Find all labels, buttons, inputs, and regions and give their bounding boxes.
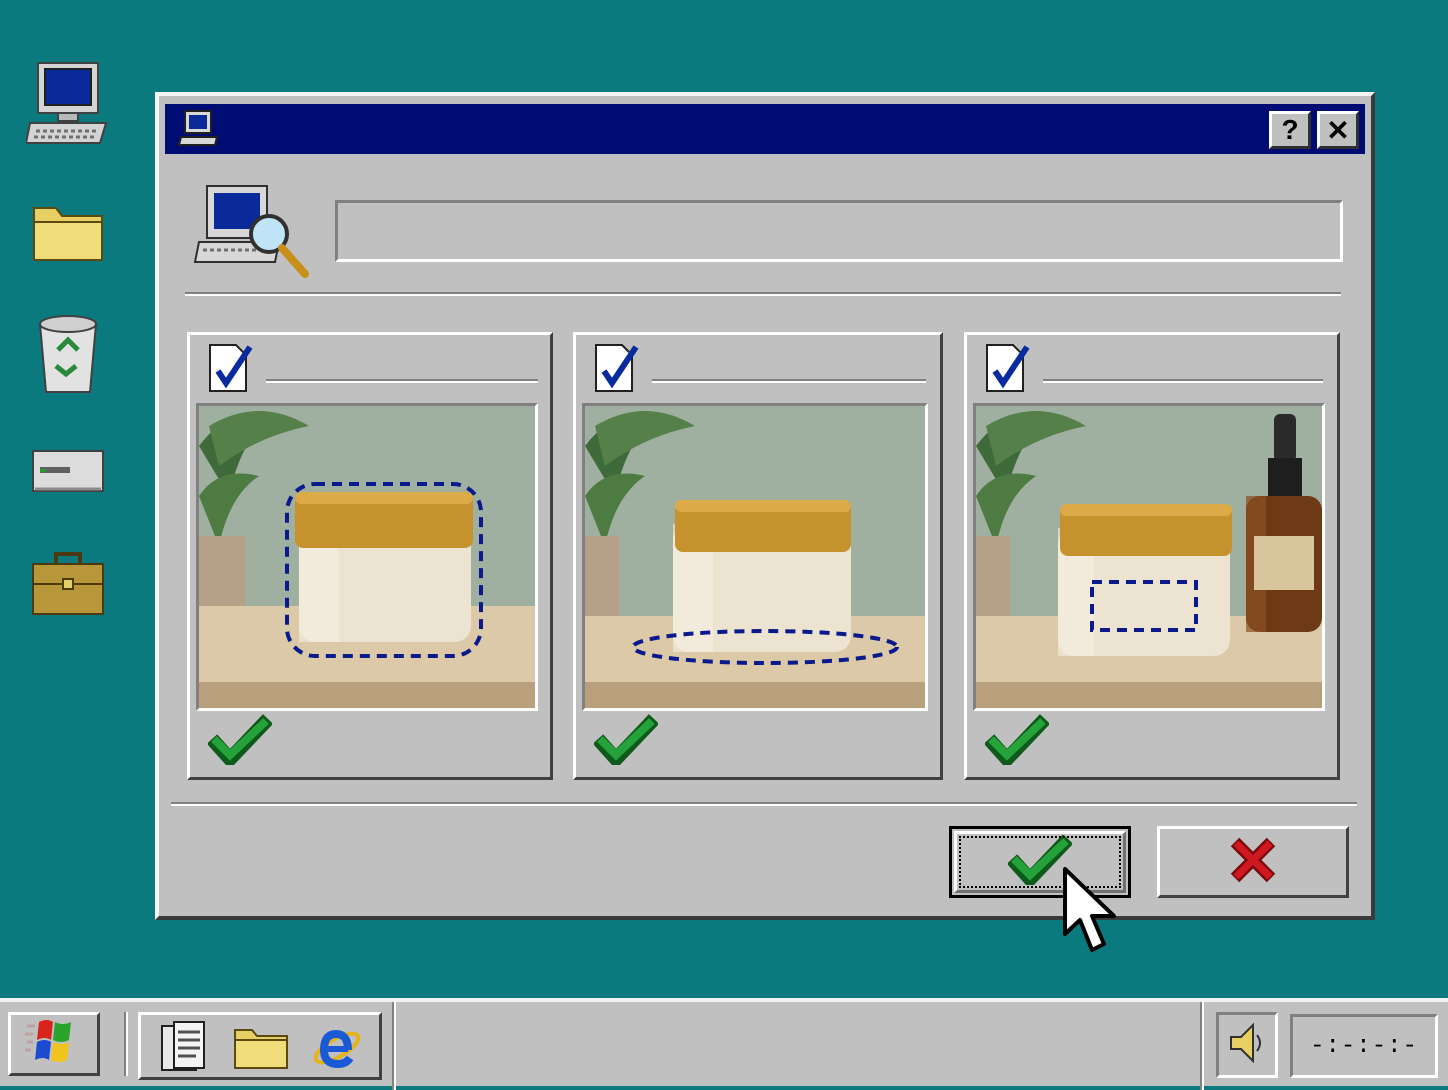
- green-checkmark-icon: [983, 713, 1051, 770]
- clock: -:-:-:-: [1290, 1014, 1438, 1078]
- image-panel-3[interactable]: [964, 332, 1340, 780]
- image-panel-1[interactable]: [187, 332, 553, 780]
- checked-document-icon: [592, 341, 648, 400]
- computer-search-icon: [193, 182, 313, 287]
- taskbar-separator: [392, 1002, 396, 1090]
- taskbar: -:-:-:-: [0, 998, 1448, 1090]
- red-x-icon: [1229, 836, 1277, 889]
- speaker-icon: [1227, 1021, 1267, 1070]
- panel-label-line: [652, 379, 926, 383]
- product-photo: [973, 403, 1325, 711]
- dialog-window: ? ✕: [155, 92, 1375, 920]
- taskbar-separator: [124, 1012, 128, 1076]
- cancel-button[interactable]: [1157, 826, 1349, 898]
- document-icon[interactable]: [155, 1019, 211, 1075]
- help-label: ?: [1281, 114, 1299, 145]
- product-photo: [196, 403, 538, 711]
- computer-icon: [177, 109, 221, 154]
- briefcase-icon[interactable]: [24, 538, 112, 628]
- path-field[interactable]: [335, 200, 1343, 262]
- checked-document-icon: [206, 341, 262, 400]
- title-bar[interactable]: ? ✕: [165, 104, 1365, 154]
- quick-launch-bar: [138, 1012, 382, 1080]
- folder-icon[interactable]: [231, 1019, 291, 1075]
- product-photo: [582, 403, 928, 711]
- mouse-cursor-icon: [1062, 866, 1118, 961]
- image-panel-2[interactable]: [573, 332, 943, 780]
- green-checkmark-icon: [206, 713, 274, 770]
- divider: [171, 802, 1357, 806]
- folder-icon[interactable]: [24, 186, 112, 276]
- help-button[interactable]: ?: [1269, 111, 1311, 149]
- windows-logo-icon: [25, 1018, 83, 1071]
- internet-explorer-icon[interactable]: [309, 1019, 365, 1075]
- green-checkmark-icon: [592, 713, 660, 770]
- divider: [185, 292, 1341, 296]
- recycle-bin-icon[interactable]: [24, 308, 112, 398]
- checked-document-icon: [983, 341, 1039, 400]
- my-computer-icon[interactable]: [24, 58, 112, 148]
- volume-tray[interactable]: [1216, 1012, 1278, 1078]
- drive-icon[interactable]: [24, 426, 112, 516]
- panel-label-line: [1043, 379, 1323, 383]
- taskbar-separator: [1200, 1002, 1204, 1090]
- panel-label-line: [266, 379, 538, 383]
- close-button[interactable]: ✕: [1317, 111, 1359, 149]
- start-button[interactable]: [8, 1012, 100, 1076]
- close-icon: ✕: [1326, 114, 1350, 146]
